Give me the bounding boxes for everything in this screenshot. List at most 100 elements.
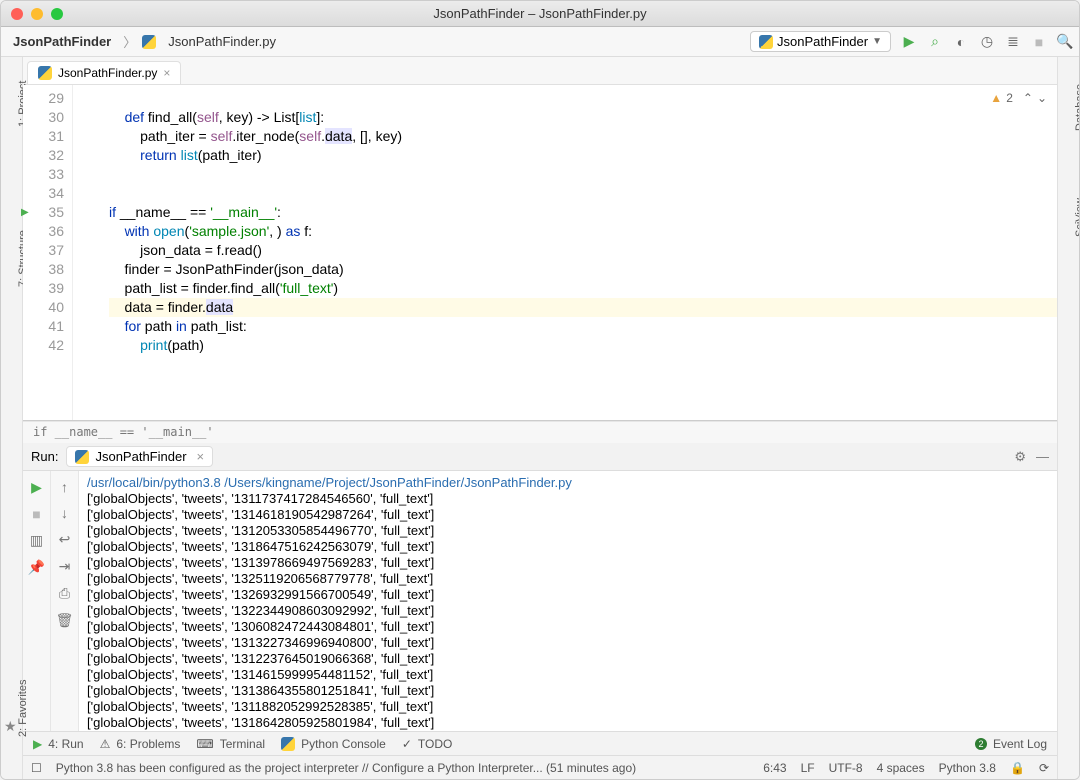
code-line[interactable]: with open('sample.json', ) as f: (109, 222, 1057, 241)
line-number[interactable]: 36 (23, 222, 64, 241)
code-line[interactable]: path_iter = self.iter_node(self.data, []… (109, 127, 1057, 146)
chevron-right-icon: 〉 (123, 32, 136, 51)
debug-button[interactable]: ⌕ (927, 34, 943, 50)
caret-position[interactable]: 6:43 (763, 761, 786, 775)
code-line[interactable] (109, 89, 1057, 108)
line-separator[interactable]: LF (801, 761, 815, 775)
code-editor[interactable]: 29303132333435▶3637383940💡4142 def find_… (23, 85, 1057, 421)
console-line: ['globalObjects', 'tweets', '13223449086… (87, 603, 1049, 619)
line-number[interactable]: 33 (23, 165, 64, 184)
database-tool-tab[interactable]: Database (1074, 84, 1080, 131)
inspection-widget[interactable]: ▲ 2 ⌃ ⌄ (990, 91, 1047, 105)
run-toolwindow: ▶ ■ ▥ 📌 ↑ ↓ ↩ ⇥ ⎙ 🗑 /usr/local/bin/pytho… (23, 471, 1057, 731)
stop-run-button[interactable]: ■ (32, 506, 40, 522)
interpreter-indicator[interactable]: Python 3.8 (939, 761, 996, 775)
file-encoding[interactable]: UTF-8 (829, 761, 863, 775)
code-line[interactable] (109, 165, 1057, 184)
breadcrumb-project[interactable]: JsonPathFinder (7, 32, 117, 51)
scroll-to-end-icon[interactable]: ⇥ (59, 558, 71, 575)
run-button[interactable]: ▶ (901, 34, 917, 50)
up-stack-icon[interactable]: ↑ (61, 479, 68, 495)
coverage-button[interactable]: ◐ (953, 34, 969, 50)
code-line[interactable]: finder = JsonPathFinder(json_data) (109, 260, 1057, 279)
code-line[interactable]: return list(path_iter) (109, 146, 1057, 165)
editor-tab[interactable]: JsonPathFinder.py × (27, 61, 181, 84)
down-stack-icon[interactable]: ↓ (61, 505, 68, 521)
line-number[interactable]: 41 (23, 317, 64, 336)
code-line[interactable]: def find_all(self, key) -> List[list]: (109, 108, 1057, 127)
close-tab-icon[interactable]: × (163, 66, 170, 80)
breadcrumb-file[interactable]: JsonPathFinder.py (162, 32, 282, 51)
breadcrumb: JsonPathFinder 〉 JsonPathFinder.py (7, 32, 282, 51)
profile-button[interactable]: ◷ (979, 34, 995, 50)
chevron-down-icon: ▼ (872, 36, 882, 47)
code-line[interactable]: if __name__ == '__main__': (109, 203, 1057, 222)
chevron-up-icon[interactable]: ⌃ (1023, 91, 1033, 105)
code-line[interactable]: print(path) (109, 336, 1057, 355)
chevron-down-icon[interactable]: ⌄ (1037, 91, 1047, 105)
bottom-tab-problems[interactable]: ⚠6: Problems (100, 737, 181, 751)
python-icon (759, 35, 773, 49)
sync-icon[interactable]: ⟳ (1039, 761, 1049, 775)
run-tab[interactable]: JsonPathFinder × (66, 446, 213, 467)
console-line: ['globalObjects', 'tweets', '13269329915… (87, 587, 1049, 603)
code-line[interactable]: json_data = f.read() (109, 241, 1057, 260)
run-console[interactable]: /usr/local/bin/python3.8 /Users/kingname… (79, 471, 1057, 731)
sciview-tool-tab[interactable]: SciView (1074, 198, 1080, 237)
bottom-tab-terminal[interactable]: ⌨Terminal (196, 737, 265, 751)
line-number[interactable]: 35▶ (23, 203, 64, 222)
line-number[interactable]: 38 (23, 260, 64, 279)
run-settings-icon[interactable]: ⚙ (1014, 449, 1026, 465)
line-number[interactable]: 34 (23, 184, 64, 203)
line-number[interactable]: 30 (23, 108, 64, 127)
minimize-toolwindow-icon[interactable]: — (1036, 449, 1049, 465)
search-everywhere-button[interactable]: 🔍 (1057, 34, 1073, 50)
soft-wrap-icon[interactable]: ↩ (59, 531, 71, 548)
line-number[interactable]: 32 (23, 146, 64, 165)
run-label: Run: (31, 449, 58, 464)
concurrency-button[interactable]: ≣ (1005, 34, 1021, 50)
bottom-tab-python-console[interactable]: Python Console (281, 737, 386, 751)
status-message[interactable]: Python 3.8 has been configured as the pr… (56, 761, 749, 775)
lock-icon[interactable]: 🔒 (1010, 761, 1025, 775)
code-line[interactable]: for path in path_list: (109, 317, 1057, 336)
bottom-tab-todo[interactable]: ✓TODO (402, 737, 453, 751)
line-number[interactable]: 40💡 (23, 298, 64, 317)
rerun-button[interactable]: ▶ (31, 479, 42, 496)
right-tool-strip: Database SciView (1057, 57, 1079, 779)
favorites-tool-tab[interactable]: 2: Favorites (17, 680, 29, 737)
line-number[interactable]: 37 (23, 241, 64, 260)
navigation-toolbar: JsonPathFinder 〉 JsonPathFinder.py JsonP… (1, 27, 1079, 57)
console-command: /usr/local/bin/python3.8 /Users/kingname… (87, 475, 1049, 491)
run-toolbar: ▶ ⌕ ◐ ◷ ≣ ■ 🔍 (901, 34, 1073, 50)
code-line[interactable]: data = finder.data (109, 298, 1057, 317)
warning-icon: ▲ (990, 91, 1002, 105)
line-number[interactable]: 42 (23, 336, 64, 355)
stop-button[interactable]: ■ (1031, 34, 1047, 50)
console-line: ['globalObjects', 'tweets', '13120533058… (87, 523, 1049, 539)
line-number[interactable]: 31 (23, 127, 64, 146)
event-log-button[interactable]: 2 Event Log (975, 737, 1047, 751)
run-side-toolbar-2: ↑ ↓ ↩ ⇥ ⎙ 🗑 (51, 471, 79, 731)
layout-button[interactable]: ▥ (30, 532, 43, 549)
console-line: ['globalObjects', 'tweets', '13186475162… (87, 539, 1049, 555)
editor-content[interactable]: def find_all(self, key) -> List[list]: p… (101, 85, 1057, 420)
bottom-tab-run[interactable]: ▶4: Run (33, 737, 84, 751)
code-line[interactable]: path_list = finder.find_all('full_text') (109, 279, 1057, 298)
event-badge: 2 (975, 738, 987, 750)
line-number[interactable]: 29 (23, 89, 64, 108)
print-icon[interactable]: ⎙ (59, 585, 70, 602)
editor-tab-label: JsonPathFinder.py (58, 66, 157, 80)
indent-setting[interactable]: 4 spaces (877, 761, 925, 775)
close-run-tab-icon[interactable]: × (197, 449, 205, 464)
pin-button[interactable]: 📌 (28, 559, 45, 576)
run-config-selector[interactable]: JsonPathFinder ▼ (750, 31, 891, 52)
python-file-icon (142, 35, 156, 49)
clear-all-icon[interactable]: 🗑 (56, 612, 74, 629)
console-line: ['globalObjects', 'tweets', '13146181905… (87, 507, 1049, 523)
editor-gutter: 29303132333435▶3637383940💡4142 (23, 85, 73, 420)
line-number[interactable]: 39 (23, 279, 64, 298)
console-line: ['globalObjects', 'tweets', '13146159999… (87, 667, 1049, 683)
titlebar: JsonPathFinder – JsonPathFinder.py (1, 1, 1079, 27)
code-line[interactable] (109, 184, 1057, 203)
